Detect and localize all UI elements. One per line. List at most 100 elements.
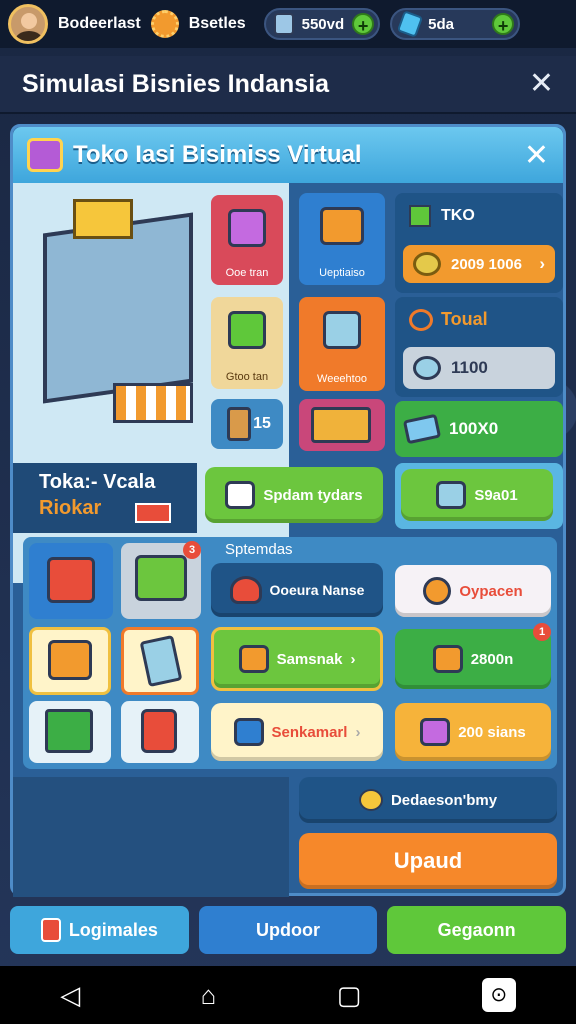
basket-icon (47, 557, 95, 603)
document-icon (225, 481, 256, 509)
store-name-line1: Toka:- Vcala (39, 471, 156, 493)
chevron-right-icon-3: › (355, 723, 361, 741)
assistant-icon[interactable]: ⊙ (481, 978, 516, 1012)
register-icon (320, 207, 364, 245)
cash-icon (273, 13, 294, 35)
2800n-button[interactable]: 2800n (395, 629, 551, 689)
coin-icon (413, 252, 441, 276)
heart-icon (229, 576, 262, 604)
cart-tile[interactable]: 3 (121, 541, 201, 619)
tile-ueptiaiso[interactable]: Ueptiaiso (299, 193, 385, 285)
upaud-button[interactable]: Upaud (299, 833, 557, 889)
ocura-button[interactable]: Ooeura Nanse (211, 563, 383, 617)
shopping-cart-icon (135, 555, 187, 601)
bottom-actions: Logimales Updoor Gegaonn (10, 906, 567, 954)
grid-badge: 1 (533, 623, 551, 641)
store-name-line2: Riokar (39, 497, 102, 519)
sign-icon (135, 503, 171, 523)
tko-value-button[interactable]: 2009 1006 › (403, 245, 555, 283)
recents-icon[interactable]: ▢ (337, 980, 362, 1011)
gear-icon[interactable] (150, 10, 179, 38)
crate-icon (73, 199, 133, 239)
section-label: Sptemdas (225, 541, 293, 558)
pouch-icon (423, 577, 452, 605)
scanner-icon (436, 481, 467, 509)
basket-tile[interactable] (29, 543, 113, 619)
tko-box: TKO 2009 1006 › (395, 193, 563, 293)
clipboard-icon (227, 407, 251, 441)
building-icon (43, 212, 193, 404)
gear-label: Bsetles (188, 15, 246, 32)
dedaeson-button[interactable]: Dedaeson'bmy (299, 777, 557, 823)
system-nav-bar: ◁ ⌂ ▢ ⊙ (0, 966, 576, 1024)
add-currency2-button[interactable]: + (492, 13, 515, 36)
chevron-right-icon: › (539, 254, 545, 273)
app-header: Simulasi Bisnies Indansia ✕ (0, 56, 576, 114)
crate-tile[interactable] (29, 701, 111, 763)
box-purple-icon (420, 718, 451, 746)
cart-badge: 3 (183, 541, 201, 559)
tile-ooetran[interactable]: Ooe tran (211, 195, 283, 285)
samsnak-button[interactable]: Samsnak › (211, 627, 383, 691)
clock-icon (409, 309, 433, 331)
bag-icon (238, 645, 269, 673)
tko-label: TKO (441, 207, 475, 224)
tablet-icon (139, 634, 183, 688)
panel-title: Toko Iasi Bisimiss Virtual (73, 141, 362, 168)
tile-weeehtoo[interactable]: Weeehtoo (299, 297, 385, 391)
cart-icon (228, 209, 266, 247)
plate-icon (413, 356, 441, 380)
shop-icon (27, 138, 63, 172)
currency-pill-2: 5da + (390, 8, 521, 40)
tablet-tile[interactable] (121, 627, 199, 695)
updoor-button[interactable]: Updoor (198, 906, 378, 954)
back-icon[interactable]: ◁ (60, 980, 80, 1011)
home-icon[interactable]: ⌂ (201, 980, 217, 1011)
stack-icon (228, 311, 266, 349)
currency2-value: 5da (428, 15, 455, 33)
pot-icon (358, 789, 383, 811)
empty-panel (13, 777, 289, 897)
currency-pill-1: 550vd + (263, 8, 381, 40)
tile-15[interactable]: 15 (211, 399, 283, 449)
card-icon (402, 413, 442, 445)
item-grid: 3 Sptemdas Ooeura Nanse Oypacen Samsnak … (23, 537, 557, 769)
oypacen-button[interactable]: Oypacen (395, 565, 551, 617)
tile-gtootan[interactable]: Gtoo tan (211, 297, 283, 389)
player-avatar[interactable] (8, 4, 48, 44)
drink-tile[interactable] (29, 627, 111, 695)
200sians-button[interactable]: 200 sians (395, 703, 551, 761)
add-currency1-button[interactable]: + (352, 13, 375, 36)
currency1-value: 550vd (301, 15, 345, 33)
phone-icon (233, 718, 264, 746)
boxes-icon (311, 407, 371, 443)
cup-icon (323, 311, 361, 349)
page-title: Simulasi Bisnies Indansia (22, 69, 330, 98)
crate-small-icon (409, 205, 431, 227)
bag-tile[interactable] (121, 701, 199, 763)
awning-icon (113, 383, 193, 423)
red-bag-icon (141, 709, 177, 753)
panel-close-icon[interactable]: ✕ (524, 138, 549, 173)
drink-icon (48, 640, 92, 680)
toual-box: Toual 1100 (395, 297, 563, 397)
toual-label: Toual (441, 309, 488, 329)
close-icon[interactable]: ✕ (529, 69, 554, 99)
toual-value-field[interactable]: 1100 (403, 347, 555, 389)
store-name-panel: Toka:- Vcala Riokar (13, 463, 197, 533)
gegaonn-button[interactable]: Gegaonn (387, 906, 567, 954)
chevron-right-icon-2: › (350, 650, 356, 668)
top-status-bar: Bodeerlast Bsetles 550vd + 5da + (0, 0, 576, 48)
green-stat[interactable]: 100X0 (395, 401, 563, 457)
senkamarl-button[interactable]: Senkamarl › (211, 703, 383, 761)
store-panel: Toko Iasi Bisimiss Virtual ✕ Ooe tran Gt… (10, 124, 566, 897)
spdam-button[interactable]: Spdam tydars (205, 467, 383, 523)
player-name: Bodeerlast (58, 15, 141, 32)
jar-icon (432, 645, 463, 673)
green-crate-icon (45, 709, 93, 753)
panel-header: Toko Iasi Bisimiss Virtual ✕ (13, 127, 563, 183)
badge-icon (40, 918, 61, 942)
logimales-button[interactable]: Logimales (10, 906, 189, 954)
s9a01-button[interactable]: S9a01 (401, 469, 553, 521)
tile-boxes[interactable] (299, 399, 385, 451)
